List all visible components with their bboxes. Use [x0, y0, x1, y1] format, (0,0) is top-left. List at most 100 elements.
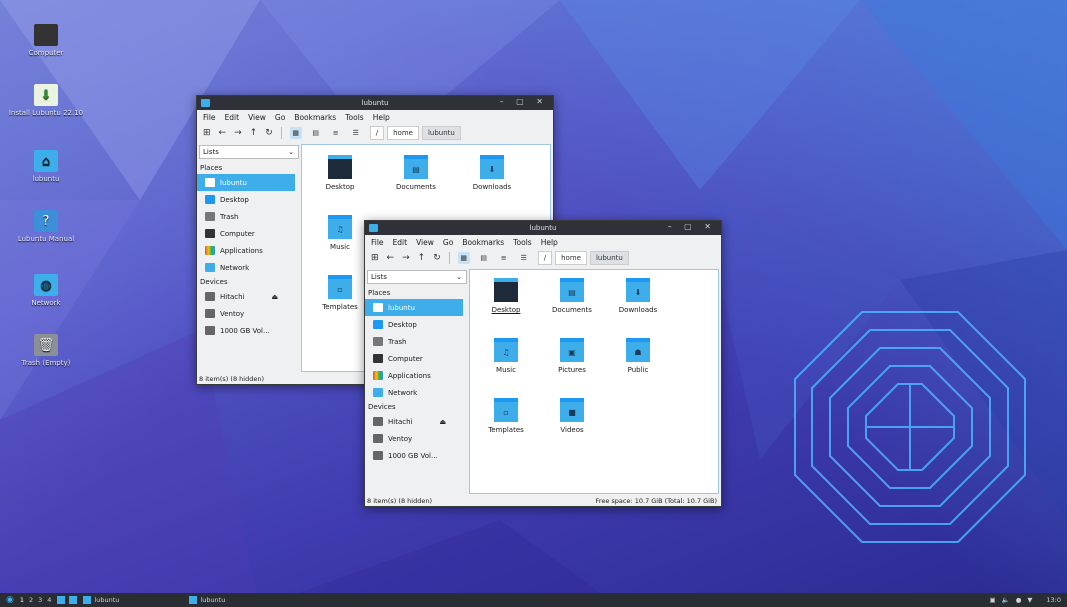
place-desktop[interactable]: Desktop [365, 316, 469, 333]
place-network[interactable]: Network [365, 384, 469, 401]
desktop-3[interactable]: 3 [38, 596, 42, 604]
menu-go[interactable]: Go [443, 238, 453, 247]
menu-bookmarks[interactable]: Bookmarks [462, 238, 504, 247]
device-ventoy[interactable]: Ventoy [197, 305, 301, 322]
side-pane-mode-select[interactable]: Lists ⌄ [199, 145, 299, 159]
place-applications[interactable]: Applications [365, 367, 469, 384]
menu-file[interactable]: File [203, 113, 216, 122]
compact-view-icon[interactable]: ≡ [498, 252, 510, 264]
reload-icon[interactable]: ↻ [265, 128, 273, 138]
device-hitachi[interactable]: Hitachi ⏏ [365, 413, 469, 430]
place-computer[interactable]: Computer [197, 225, 301, 242]
device-ventoy[interactable]: Ventoy [365, 430, 469, 447]
menu-go[interactable]: Go [275, 113, 285, 122]
file-view[interactable]: Desktop ▤ Documents ⬇ Downloads ♫ Music ▣ Pi… [469, 269, 719, 494]
path-root[interactable]: / [537, 251, 553, 265]
device-hitachi[interactable]: Hitachi ⏏ [197, 288, 301, 305]
desktop-icon-manual[interactable]: ? Lubuntu Manual [6, 210, 86, 243]
window-titlebar[interactable]: lubuntu – ▢ ✕ [197, 96, 553, 110]
menu-file[interactable]: File [371, 238, 384, 247]
place-applications[interactable]: Applications [197, 242, 301, 259]
file-item[interactable]: ▤ Documents [384, 155, 448, 191]
start-menu-icon[interactable]: ◉ [6, 595, 14, 605]
file-item[interactable]: ▣ Pictures [540, 338, 604, 374]
file-item[interactable]: ⬇ Downloads [460, 155, 524, 191]
reload-icon[interactable]: ↻ [433, 253, 441, 263]
file-item[interactable]: Desktop [308, 155, 372, 191]
eject-icon[interactable]: ⏏ [271, 293, 278, 301]
desktop-4[interactable]: 4 [47, 596, 51, 604]
desktop-icon-network[interactable]: ◍ Network [6, 274, 86, 307]
window-controls[interactable]: – ▢ ✕ [668, 222, 716, 231]
tray-status-icon[interactable]: ● [1016, 596, 1022, 604]
icon-view-icon[interactable]: ▦ [289, 127, 302, 139]
computer-icon [373, 354, 383, 363]
desktop-1[interactable]: 1 [20, 596, 24, 604]
file-manager-launcher-icon[interactable] [69, 596, 78, 604]
volume-icon[interactable]: 🔈 [1002, 596, 1010, 604]
desktop-icon-trash[interactable]: 🗑 Trash (Empty) [6, 334, 86, 367]
network-tray-icon[interactable]: ▼ [1027, 596, 1032, 604]
file-item[interactable]: ▫ Templates [308, 275, 372, 311]
file-item[interactable]: ⬇ Downloads [606, 278, 670, 314]
desktop-2[interactable]: 2 [29, 596, 33, 604]
place-lubuntu[interactable]: lubuntu [365, 299, 463, 316]
file-item[interactable]: ■ Videos [540, 398, 604, 434]
back-icon[interactable]: ← [387, 253, 395, 263]
place-network[interactable]: Network [197, 259, 301, 276]
up-icon[interactable]: ↑ [250, 128, 258, 138]
place-lubuntu[interactable]: lubuntu [197, 174, 295, 191]
file-item[interactable]: ☗ Public [606, 338, 670, 374]
file-item[interactable]: ♫ Music [308, 215, 372, 251]
compact-view-icon[interactable]: ≡ [330, 127, 342, 139]
menu-tools[interactable]: Tools [345, 113, 363, 122]
path-lubuntu[interactable]: lubuntu [589, 251, 629, 265]
desktop-icon-computer[interactable]: Computer [6, 24, 86, 57]
path-lubuntu[interactable]: lubuntu [421, 126, 461, 140]
thumbnail-view-icon[interactable]: ▤ [310, 127, 322, 139]
menu-help[interactable]: Help [373, 113, 390, 122]
menu-view[interactable]: View [248, 113, 266, 122]
window-titlebar[interactable]: lubuntu – ▢ ✕ [365, 221, 721, 235]
thumbnail-view-icon[interactable]: ▤ [478, 252, 490, 264]
path-root[interactable]: / [369, 126, 385, 140]
place-desktop[interactable]: Desktop [197, 191, 301, 208]
menu-tools[interactable]: Tools [513, 238, 531, 247]
forward-icon[interactable]: → [234, 128, 242, 138]
clock[interactable]: 13:0 [1046, 596, 1061, 604]
file-item[interactable]: ▤ Documents [540, 278, 604, 314]
menu-bookmarks[interactable]: Bookmarks [294, 113, 336, 122]
task-button[interactable]: lubuntu [189, 596, 225, 604]
device-volume[interactable]: 1000 GB Vol... [365, 447, 469, 464]
desktop-icon-home[interactable]: ⌂ lubuntu [6, 150, 86, 183]
window-controls[interactable]: – ▢ ✕ [500, 97, 548, 106]
detail-view-icon[interactable]: ☰ [518, 252, 530, 264]
file-item[interactable]: Desktop [474, 278, 538, 314]
show-desktop-icon[interactable] [57, 596, 66, 604]
new-tab-icon[interactable]: ⊞ [371, 253, 379, 263]
menu-view[interactable]: View [416, 238, 434, 247]
task-button[interactable]: lubuntu [83, 596, 119, 604]
eject-icon[interactable]: ⏏ [439, 418, 446, 426]
new-tab-icon[interactable]: ⊞ [203, 128, 211, 138]
detail-view-icon[interactable]: ☰ [350, 127, 362, 139]
forward-icon[interactable]: → [402, 253, 410, 263]
path-home[interactable]: home [555, 251, 587, 265]
place-trash[interactable]: Trash [197, 208, 301, 225]
place-trash[interactable]: Trash [365, 333, 469, 350]
up-icon[interactable]: ↑ [418, 253, 426, 263]
icon-view-icon[interactable]: ▦ [457, 252, 470, 264]
file-item[interactable]: ♫ Music [474, 338, 538, 374]
file-item[interactable]: ▫ Templates [474, 398, 538, 434]
file-manager-window-front[interactable]: lubuntu – ▢ ✕ File Edit View Go Bookmark… [364, 220, 722, 507]
side-pane-mode-select[interactable]: Lists ⌄ [367, 270, 467, 284]
menu-edit[interactable]: Edit [225, 113, 240, 122]
tray-clipboard-icon[interactable]: ▣ [989, 596, 995, 604]
device-volume[interactable]: 1000 GB Vol... [197, 322, 301, 339]
place-computer[interactable]: Computer [365, 350, 469, 367]
path-home[interactable]: home [387, 126, 419, 140]
menu-edit[interactable]: Edit [393, 238, 408, 247]
desktop-icon-install[interactable]: ⬇ Install Lubuntu 22.10 [6, 84, 86, 117]
back-icon[interactable]: ← [219, 128, 227, 138]
menu-help[interactable]: Help [541, 238, 558, 247]
